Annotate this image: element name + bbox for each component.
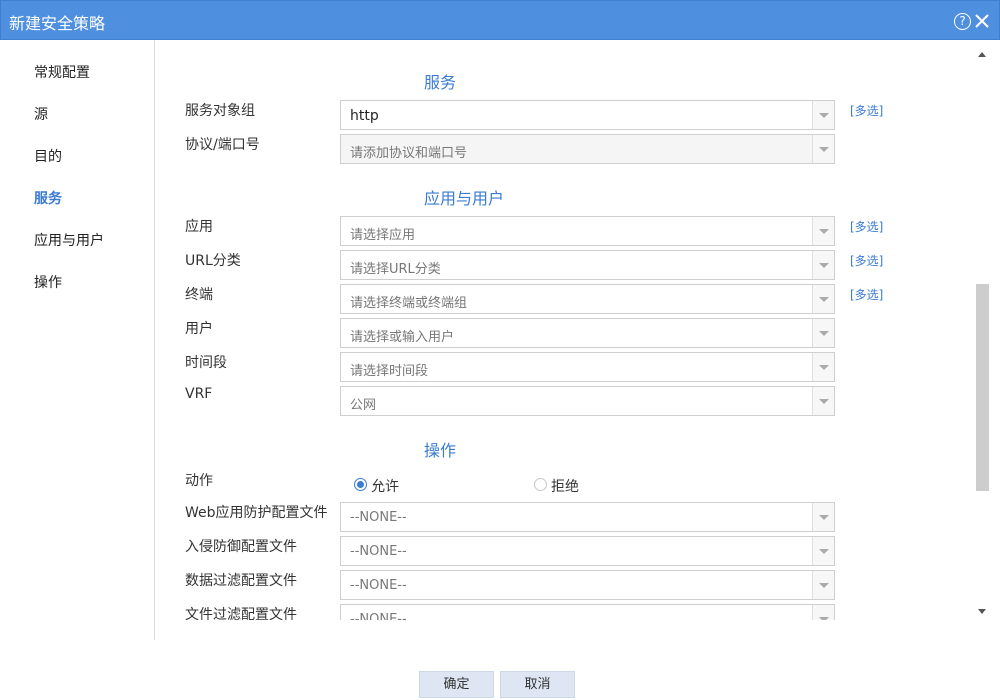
scroll-down-icon[interactable] — [978, 609, 986, 614]
protocol-port-placeholder: 请添加协议和端口号 — [350, 146, 468, 161]
scroll-up-icon[interactable] — [978, 52, 986, 57]
sidebar-item-app-user[interactable]: 应用与用户 — [34, 230, 104, 250]
terminal-label: 终端 — [185, 287, 213, 303]
sidebar-item-service[interactable]: 服务 — [34, 188, 62, 208]
dialog-title: 新建安全策略 — [9, 14, 106, 33]
chevron-down-icon[interactable] — [812, 537, 834, 565]
app-label: 应用 — [185, 219, 213, 235]
file-filter-profile-value: --NONE-- — [350, 612, 407, 620]
allow-radio[interactable] — [354, 478, 367, 491]
deny-radio-label[interactable]: 拒绝 — [551, 476, 579, 496]
data-filter-profile-value: --NONE-- — [350, 578, 407, 593]
chevron-down-icon[interactable] — [812, 605, 834, 620]
chevron-down-icon[interactable] — [812, 101, 834, 129]
scrollbar-thumb[interactable] — [976, 284, 989, 491]
protocol-port-select[interactable]: 请添加协议和端口号 — [340, 134, 835, 164]
waf-profile-label: Web应用防护配置文件 — [185, 505, 328, 521]
chevron-down-icon[interactable] — [812, 135, 834, 163]
ips-profile-label: 入侵防御配置文件 — [185, 539, 297, 555]
chevron-down-icon[interactable] — [812, 251, 834, 279]
section-title-app-user: 应用与用户 — [424, 189, 505, 208]
vertical-scrollbar[interactable] — [974, 48, 991, 620]
chevron-down-icon[interactable] — [812, 571, 834, 599]
url-category-select[interactable]: 请选择URL分类 — [340, 250, 835, 280]
sidebar-item-destination[interactable]: 目的 — [34, 146, 62, 166]
data-filter-profile-select[interactable]: --NONE-- — [340, 570, 835, 600]
url-category-label: URL分类 — [185, 253, 241, 269]
sidebar-item-operation[interactable]: 操作 — [34, 272, 62, 292]
file-filter-profile-select[interactable]: --NONE-- — [340, 604, 835, 620]
dialog-footer: 确定 取消 — [0, 640, 1000, 700]
vrf-label: VRF — [185, 386, 213, 402]
data-filter-profile-label: 数据过滤配置文件 — [185, 573, 297, 589]
service-object-group-label: 服务对象组 — [185, 103, 255, 119]
service-object-group-select[interactable]: http — [340, 100, 835, 130]
deny-radio[interactable] — [534, 478, 547, 491]
cancel-button[interactable]: 取消 — [500, 671, 575, 698]
protocol-port-label: 协议/端口号 — [185, 137, 260, 153]
waf-profile-value: --NONE-- — [350, 510, 407, 525]
ips-profile-select[interactable]: --NONE-- — [340, 536, 835, 566]
chevron-down-icon[interactable] — [812, 217, 834, 245]
time-range-label: 时间段 — [185, 355, 227, 371]
user-select[interactable]: 请选择或输入用户 — [340, 318, 835, 348]
user-placeholder: 请选择或输入用户 — [350, 330, 455, 345]
section-title-operation: 操作 — [424, 441, 457, 460]
file-filter-profile-label: 文件过滤配置文件 — [185, 607, 297, 620]
service-multi-select-link[interactable]: [多选] — [850, 102, 883, 119]
sidebar-nav: 常规配置 源 目的 服务 应用与用户 操作 — [0, 40, 155, 640]
app-placeholder: 请选择应用 — [350, 228, 416, 243]
dialog-titlebar: 新建安全策略 ? — [0, 0, 1000, 40]
ips-profile-value: --NONE-- — [350, 544, 407, 559]
close-icon[interactable] — [973, 12, 991, 30]
waf-profile-select[interactable]: --NONE-- — [340, 502, 835, 532]
terminal-select[interactable]: 请选择终端或终端组 — [340, 284, 835, 314]
sidebar-item-source[interactable]: 源 — [34, 104, 48, 124]
section-title-service: 服务 — [424, 73, 457, 92]
help-icon[interactable]: ? — [954, 13, 971, 30]
time-range-select[interactable]: 请选择时间段 — [340, 352, 835, 382]
sidebar-item-general[interactable]: 常规配置 — [34, 62, 90, 82]
allow-radio-label[interactable]: 允许 — [371, 476, 399, 496]
url-category-placeholder: 请选择URL分类 — [350, 262, 441, 277]
ok-button[interactable]: 确定 — [419, 671, 494, 698]
terminal-placeholder: 请选择终端或终端组 — [350, 296, 468, 311]
vrf-value: 公网 — [350, 398, 377, 413]
app-select[interactable]: 请选择应用 — [340, 216, 835, 246]
time-range-placeholder: 请选择时间段 — [350, 364, 429, 379]
terminal-multi-select-link[interactable]: [多选] — [850, 286, 883, 303]
service-object-group-value: http — [350, 108, 379, 124]
chevron-down-icon[interactable] — [812, 353, 834, 381]
app-multi-select-link[interactable]: [多选] — [850, 218, 883, 235]
chevron-down-icon[interactable] — [812, 285, 834, 313]
chevron-down-icon[interactable] — [812, 319, 834, 347]
chevron-down-icon[interactable] — [812, 503, 834, 531]
user-label: 用户 — [185, 321, 213, 337]
chevron-down-icon[interactable] — [812, 387, 834, 415]
vrf-select[interactable]: 公网 — [340, 386, 835, 416]
form-content: 服务 服务对象组 http [多选] 协议/端口号 请添加协议和端口号 应用与用… — [156, 40, 974, 620]
action-label: 动作 — [185, 473, 213, 489]
url-multi-select-link[interactable]: [多选] — [850, 252, 883, 269]
